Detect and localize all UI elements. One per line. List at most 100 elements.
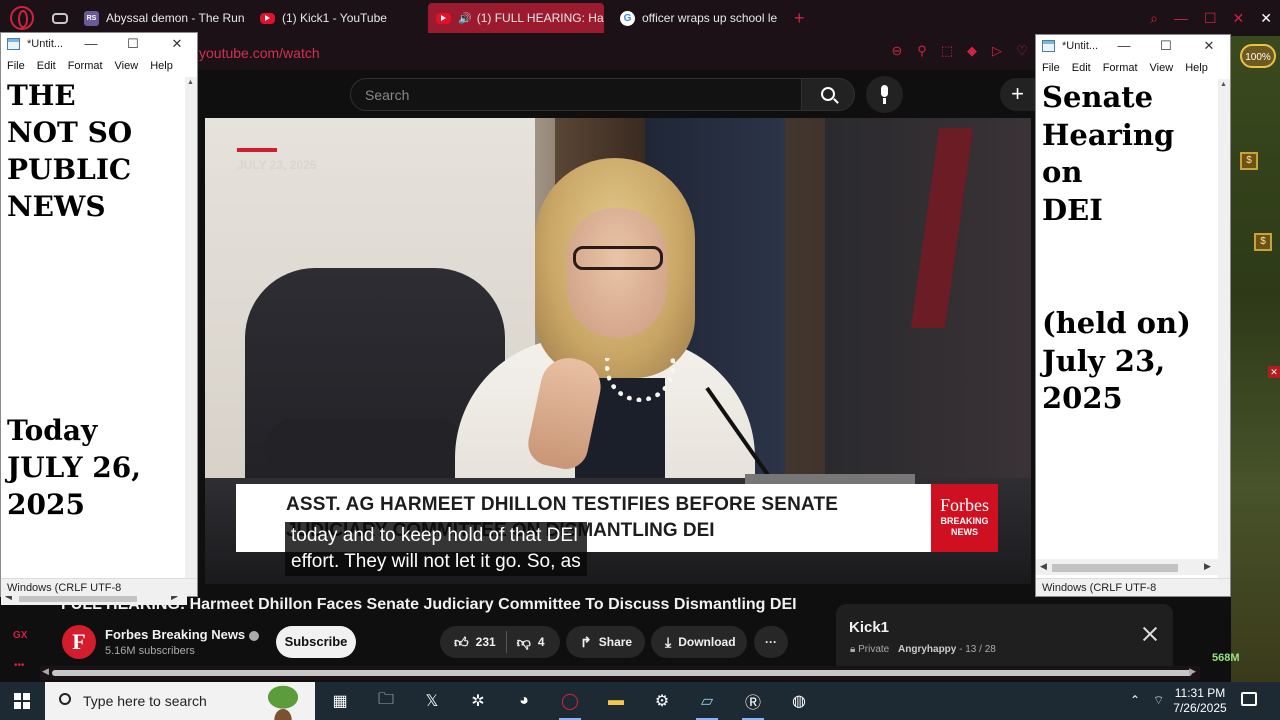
page-horizontal-scrollbar[interactable]: ◀ ▶ [40, 666, 1200, 680]
scroll-left-icon[interactable]: ◀ [1040, 561, 1047, 572]
gamepad-icon[interactable] [52, 12, 68, 24]
search-tabs-icon[interactable]: ⌕ [1150, 10, 1158, 27]
notepad-titlebar[interactable]: *Untit... — ☐ ✕ [1, 33, 197, 55]
channel-name[interactable]: Forbes Breaking News [105, 627, 245, 642]
file-manager-icon[interactable]: 🗀︎ [371, 687, 401, 715]
menu-help[interactable]: Help [144, 60, 179, 72]
overlay-close-icon[interactable]: ✕ [1260, 10, 1272, 27]
horizontal-scrollbar[interactable]: ◀ ▶ [1036, 559, 1220, 575]
channel-avatar[interactable]: F [62, 625, 96, 659]
coin-icon[interactable]: $ [1240, 152, 1258, 170]
scroll-left-icon[interactable]: ◀ [42, 666, 49, 677]
share-label: Share [598, 635, 633, 649]
close-icon[interactable]: ✕ [1233, 10, 1245, 27]
playlist-title[interactable]: Kick1 [849, 619, 889, 636]
minimize-icon[interactable]: — [1112, 37, 1136, 55]
thumbs-down-icon[interactable]: 👎︎ [517, 634, 531, 651]
forbes-logo-breaking: BREAKING [940, 516, 989, 526]
maximize-icon[interactable]: ☐ [121, 35, 145, 53]
tab-kick1-youtube[interactable]: (1) Kick1 - YouTube [252, 3, 420, 33]
notification-icon[interactable] [1241, 692, 1257, 706]
subscribe-button[interactable]: Subscribe [276, 626, 356, 658]
vertical-scrollbar[interactable]: ▲ ▼ [1218, 79, 1230, 591]
scroll-right-icon[interactable]: ▶ [1189, 666, 1196, 677]
vertical-scrollbar[interactable]: ▲ ▼ [185, 77, 197, 587]
gx-sidebar-label[interactable]: GX [13, 630, 27, 641]
settings-gear-icon[interactable]: ⚙ [647, 687, 677, 715]
download-button[interactable]: ⤓ Download [651, 626, 747, 658]
minimize-icon[interactable]: — [1174, 10, 1188, 26]
notepad-text-area[interactable]: THE NOT SO PUBLIC NEWS Today JULY 26, 20… [7, 77, 141, 523]
text-line: DEI [1042, 192, 1103, 227]
notepad-window-right[interactable]: *Untit... — ☐ ✕ File Edit Format View He… [1035, 34, 1231, 597]
tab-officer-wraps-up[interactable]: G officer wraps up school le [612, 3, 784, 33]
microphone-icon[interactable] [866, 76, 903, 113]
new-tab-icon[interactable]: + [794, 8, 805, 29]
runelite-icon[interactable]: Ⓡ [738, 687, 768, 720]
scroll-right-icon[interactable]: ▶ [1204, 561, 1211, 572]
tab-abyssal-demon[interactable]: RS Abyssal demon - The Run [76, 3, 244, 33]
maximize-icon[interactable]: ☐ [1204, 10, 1217, 27]
maximize-icon[interactable]: ☐ [1154, 37, 1178, 55]
close-icon[interactable]: ✕ [165, 35, 189, 53]
like-count[interactable]: 231 [476, 635, 496, 649]
menu-edit[interactable]: Edit [1066, 62, 1097, 74]
playlist-owner[interactable]: Angryhappy [898, 644, 956, 655]
menu-format[interactable]: Format [1097, 62, 1144, 74]
thumbs-up-icon[interactable]: 👍︎ [454, 634, 469, 651]
game-percent-orb[interactable]: 100% [1240, 44, 1276, 68]
calculator-icon[interactable]: ▦ [325, 687, 355, 715]
menu-format[interactable]: Format [62, 60, 109, 72]
folder-icon[interactable]: ▬ [601, 687, 631, 715]
dislike-count[interactable]: 4 [538, 635, 545, 649]
notepad-titlebar[interactable]: *Untit... — ☐ ✕ [1036, 35, 1230, 57]
send-icon[interactable]: ▷ [990, 44, 1004, 58]
menu-file[interactable]: File [1, 60, 31, 72]
windows-start-icon[interactable] [14, 693, 30, 709]
menu-edit[interactable]: Edit [31, 60, 62, 72]
x-app-icon[interactable]: 𝕏 [417, 687, 447, 715]
menu-view[interactable]: View [109, 60, 145, 72]
taskbar-search-box[interactable]: Type here to search [45, 682, 315, 720]
discord-icon[interactable]: ◕ [509, 687, 539, 715]
menu-file[interactable]: File [1036, 62, 1066, 74]
scroll-up-icon[interactable]: ▲ [187, 79, 194, 86]
create-icon[interactable]: + [1000, 78, 1035, 111]
zoom-icon[interactable]: ⊖ [890, 44, 904, 58]
menu-help[interactable]: Help [1179, 62, 1214, 74]
opera-gx-icon[interactable]: ◯ [555, 687, 585, 720]
url-field[interactable]: youtube.com/watch [199, 45, 320, 61]
heart-icon[interactable]: ♡ [1015, 44, 1029, 58]
notepad-window-left[interactable]: *Untit... — ☐ ✕ File Edit Format View He… [0, 32, 198, 605]
close-icon[interactable]: ✕ [1197, 37, 1221, 55]
search-input[interactable]: Search [350, 78, 802, 111]
snapshot-icon[interactable]: ⬚ [940, 44, 954, 58]
video-player[interactable]: JULY 23, 2025 ASST. AG HARMEET DHILLON T… [205, 118, 1031, 584]
chrome-style-icon[interactable]: ◍ [784, 687, 814, 715]
more-actions-button[interactable]: ··· [754, 626, 788, 658]
share-button[interactable]: ↱ Share [566, 626, 645, 658]
wifi-icon[interactable]: ⌔ [1153, 693, 1164, 708]
notepad-taskbar-icon[interactable]: ▱ [692, 687, 722, 720]
minimize-icon[interactable]: — [79, 35, 103, 53]
opera-gx-logo-icon[interactable] [10, 6, 34, 30]
playlist-close-icon[interactable] [1142, 626, 1158, 642]
system-clock[interactable]: 11:31 PM 7/26/2025 [1172, 686, 1228, 716]
pocket-icon[interactable]: ◆ [965, 44, 979, 58]
scrollbar-thumb[interactable] [52, 670, 1192, 676]
coin-icon[interactable]: $ [1254, 233, 1272, 251]
search-button[interactable] [801, 78, 855, 111]
pin-icon[interactable]: ⚲ [915, 44, 929, 58]
scroll-up-icon[interactable]: ▲ [1220, 81, 1227, 88]
sidebar-more-icon[interactable]: ••• [14, 660, 25, 671]
text-line: Hearing [1042, 117, 1175, 152]
game-close-icon[interactable]: ✕ [1268, 366, 1280, 378]
speaker-icon[interactable]: 🔊 [458, 12, 472, 25]
tab-full-hearing[interactable]: 🔊 (1) FULL HEARING: Ha [428, 3, 604, 33]
tray-expand-icon[interactable]: ⌃ [1130, 693, 1140, 707]
channel-name-row[interactable]: Forbes Breaking News [105, 627, 260, 642]
menu-view[interactable]: View [1144, 62, 1180, 74]
scrollbar-thumb[interactable] [1052, 564, 1178, 572]
hub-app-icon[interactable]: ✲ [463, 687, 493, 715]
notepad-text-area[interactable]: Senate Hearing on DEI (held on) July 23,… [1042, 79, 1191, 418]
